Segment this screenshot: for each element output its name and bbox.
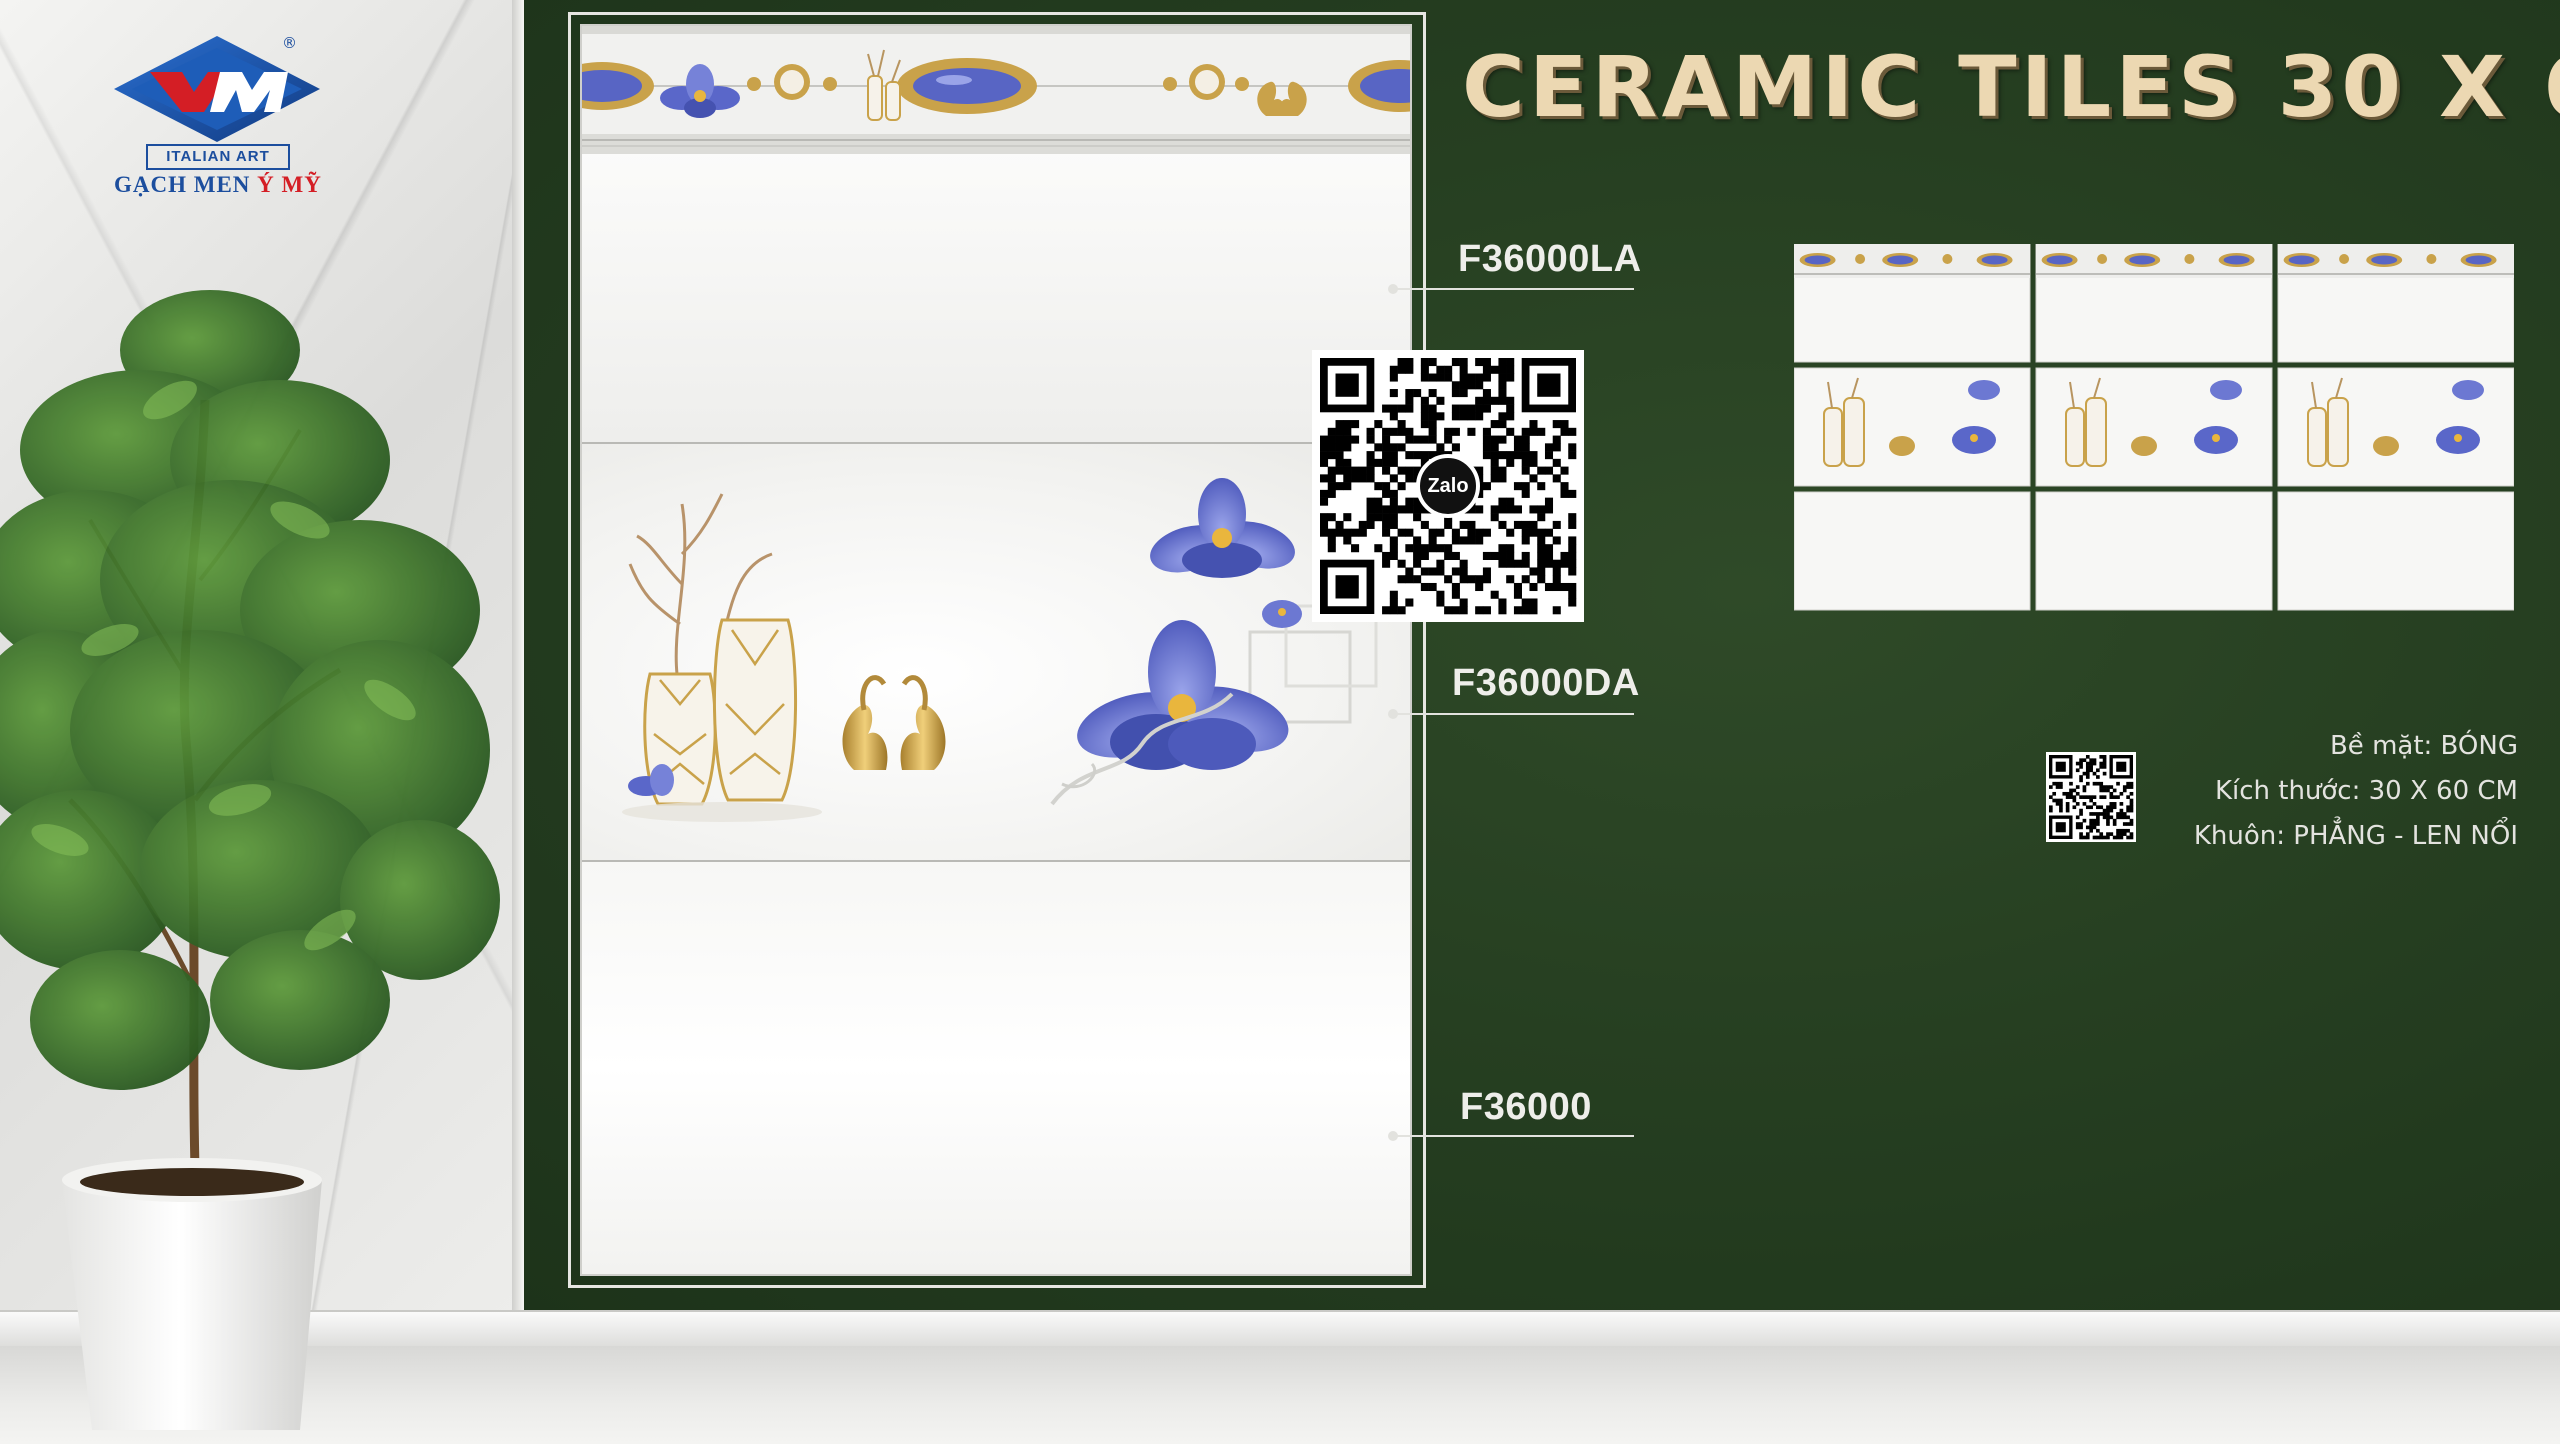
- logo-italian-art: ITALIAN ART: [146, 144, 290, 170]
- tile-plain: [582, 862, 1410, 1274]
- spec-qr-code[interactable]: [2046, 752, 2136, 842]
- decor-artwork: [622, 478, 1378, 822]
- zalo-badge: Zalo: [1416, 454, 1480, 518]
- brand-logo: ® ITALIAN ART GẠCH MEN Ý MỸ: [100, 34, 340, 204]
- tile-border: [582, 26, 1410, 444]
- tile-code-decor: F36000DA: [1452, 662, 1640, 704]
- tile-layout-preview: [1793, 243, 2515, 614]
- ornament-border-band: [582, 26, 1410, 154]
- zalo-qr-code[interactable]: Zalo: [1312, 350, 1584, 622]
- label-leader-line: [1394, 288, 1634, 290]
- tile-decor: [582, 444, 1410, 862]
- potted-plant: [0, 290, 500, 1430]
- qr-code-icon: [2049, 755, 2134, 840]
- tile-panel: [580, 24, 1412, 1276]
- label-leader-line: [1394, 1135, 1634, 1137]
- tile-code-border: F36000LA: [1458, 238, 1642, 280]
- preview-tile-plain: [2277, 491, 2515, 611]
- wall-corner: [512, 0, 524, 1310]
- label-leader-line: [1394, 713, 1634, 715]
- page-title: CERAMIC TILES 30 X 60: [1462, 38, 2560, 136]
- spec-surface: Bề mặt: BÓNG: [2329, 731, 2518, 761]
- preview-tile-plain: [1793, 491, 2031, 611]
- logo-name-prefix: GẠCH MEN: [114, 172, 251, 197]
- preview-grid: [1793, 243, 2515, 611]
- preview-tile-plain: [2035, 491, 2273, 611]
- tile-code-plain: F36000: [1460, 1086, 1592, 1128]
- logo-name-highlight: Ý MỸ: [257, 172, 322, 197]
- logo-brand-name: GẠCH MEN Ý MỸ: [114, 172, 322, 198]
- spec-size: Kích thước: 30 X 60 CM: [2214, 776, 2518, 806]
- registered-mark: ®: [282, 34, 297, 52]
- spec-mould: Khuôn: PHẲNG - LEN NỔI: [2193, 821, 2518, 851]
- spec-list: Bề mặt: BÓNG Kích thước: 30 X 60 CM Khuô…: [2194, 724, 2518, 859]
